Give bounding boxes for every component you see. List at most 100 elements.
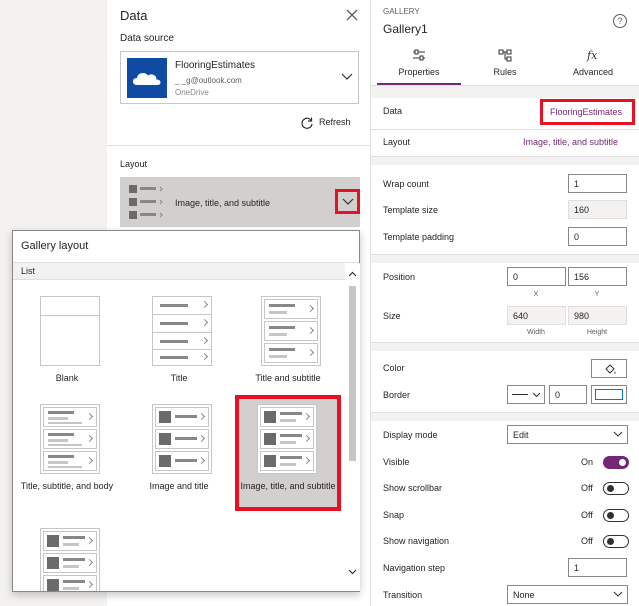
image-title-subtitle-layout-icon	[257, 404, 317, 474]
color-label: Color	[383, 363, 405, 373]
position-x-input[interactable]: 0	[507, 267, 566, 286]
section-divider	[371, 85, 639, 98]
template-size-input[interactable]: 160	[568, 200, 627, 219]
chevron-down-icon	[532, 392, 541, 398]
tab-properties[interactable]: Properties	[377, 46, 461, 86]
layout-option-title-and-subtitle[interactable]: Title and subtitle	[235, 287, 341, 403]
width-caption: Width	[527, 329, 545, 336]
toggle-switch	[603, 482, 629, 495]
sliders-icon	[413, 49, 425, 61]
data-source-email: _ _g@outlook.com	[175, 76, 242, 85]
control-type: GALLERY	[383, 7, 420, 16]
snap-toggle[interactable]: Off	[581, 509, 629, 523]
title-layout-icon	[152, 296, 212, 366]
close-icon[interactable]	[345, 8, 359, 22]
scrollbar[interactable]	[345, 263, 360, 591]
title-subtitle-layout-icon	[261, 296, 321, 366]
layout-option-title[interactable]: Title	[126, 287, 232, 403]
visible-toggle[interactable]: On	[581, 456, 629, 470]
display-mode-value: Edit	[513, 430, 529, 440]
wrap-count-input[interactable]: 1	[568, 174, 627, 193]
section-header-list: List	[13, 263, 345, 280]
chevron-down-icon	[613, 591, 623, 597]
layout-value: Image, title, and subtitle	[175, 198, 271, 208]
toggle-state: Off	[581, 510, 593, 520]
transition-value: None	[513, 590, 535, 600]
divider	[107, 145, 370, 146]
border-color-picker[interactable]	[591, 385, 627, 404]
control-name[interactable]: Gallery1	[383, 22, 428, 36]
visible-label: Visible	[383, 457, 410, 467]
width-input[interactable]: 640	[507, 306, 566, 325]
scrollbar-thumb[interactable]	[349, 286, 356, 461]
height-caption: Height	[586, 329, 608, 336]
layout-option-blank[interactable]: Blank	[14, 287, 120, 403]
layout-value-link[interactable]: Image, title, and subtitle	[523, 137, 618, 147]
help-icon[interactable]: ?	[613, 14, 627, 28]
color-picker[interactable]	[591, 359, 627, 378]
wrap-count-label: Wrap count	[383, 179, 429, 189]
toggle-switch	[603, 456, 629, 469]
layout-option-title-subtitle-and-body[interactable]: Title, subtitle, and body	[14, 395, 120, 511]
layout-dropdown[interactable]: Image, title, and subtitle	[120, 177, 360, 227]
layout-option-label: Image, title, and subtitle	[240, 481, 336, 491]
tab-label: Rules	[493, 67, 517, 77]
paint-bucket-icon	[605, 364, 616, 374]
onedrive-icon	[127, 58, 167, 98]
data-source-name: FlooringEstimates	[175, 60, 256, 71]
layout-option-more[interactable]	[14, 519, 120, 591]
transition-label: Transition	[383, 590, 423, 600]
divider	[371, 129, 639, 130]
layout-option-label: Blank	[55, 373, 79, 383]
layout-option-image-and-title[interactable]: Image and title	[126, 395, 232, 511]
data-label: Data	[383, 106, 403, 116]
navigation-step-input[interactable]: 1	[568, 558, 627, 577]
gallery-layout-title: Gallery layout	[21, 240, 89, 252]
show-navigation-toggle[interactable]: Off	[581, 535, 629, 549]
navigation-step-label: Navigation step	[383, 563, 446, 573]
fx-icon: fx	[586, 49, 598, 62]
section-divider	[371, 254, 639, 263]
display-mode-label: Display mode	[383, 430, 438, 440]
show-scrollbar-toggle[interactable]: Off	[581, 482, 629, 496]
toggle-switch	[603, 535, 629, 548]
refresh-button[interactable]: Refresh	[300, 116, 356, 130]
tab-advanced[interactable]: fx Advanced	[551, 46, 635, 86]
data-source-provider: OneDrive	[175, 88, 209, 97]
size-label: Size	[383, 311, 401, 321]
template-padding-input[interactable]: 0	[568, 227, 627, 246]
layout-option-label: Title	[170, 373, 188, 383]
border-label: Border	[383, 390, 411, 400]
layout-option-image-title-and-subtitle[interactable]: Image, title, and subtitle	[235, 395, 341, 511]
tab-label: Properties	[398, 67, 440, 77]
image-title-subtitle-layout-icon	[127, 182, 167, 222]
data-panel-title: Data	[120, 8, 148, 23]
data-property-link[interactable]: FlooringEstimates	[540, 99, 635, 125]
layout-option-label: Title and subtitle	[255, 373, 321, 383]
toggle-state: On	[581, 457, 594, 467]
section-divider	[371, 412, 639, 421]
chevron-down-icon	[613, 431, 623, 437]
section-label: List	[21, 266, 36, 276]
scroll-down-icon[interactable]	[348, 569, 357, 575]
scroll-up-icon[interactable]	[348, 271, 357, 277]
tab-rules[interactable]: Rules	[463, 46, 547, 86]
data-source-dropdown[interactable]: FlooringEstimates _ _g@outlook.com OneDr…	[120, 51, 359, 104]
gallery-layout-flyout: Gallery layout List Blank Title Title an…	[12, 230, 360, 592]
layout-expand-button[interactable]	[335, 189, 360, 214]
border-style-dropdown[interactable]	[507, 385, 545, 404]
layout-option-label: Image and title	[149, 481, 209, 491]
show-scrollbar-label: Show scrollbar	[383, 483, 443, 493]
position-y-input[interactable]: 156	[568, 267, 627, 286]
layout-label: Layout	[120, 159, 148, 169]
position-label: Position	[383, 272, 416, 282]
title-subtitle-body-layout-icon	[40, 404, 100, 474]
transition-dropdown[interactable]: None	[507, 585, 628, 604]
height-input[interactable]: 980	[568, 306, 627, 325]
data-value: FlooringEstimates	[550, 107, 623, 117]
template-size-label: Template size	[383, 205, 439, 215]
rules-icon	[498, 49, 512, 62]
refresh-icon	[301, 117, 313, 129]
display-mode-dropdown[interactable]: Edit	[507, 425, 628, 444]
border-width-input[interactable]: 0	[549, 385, 587, 404]
